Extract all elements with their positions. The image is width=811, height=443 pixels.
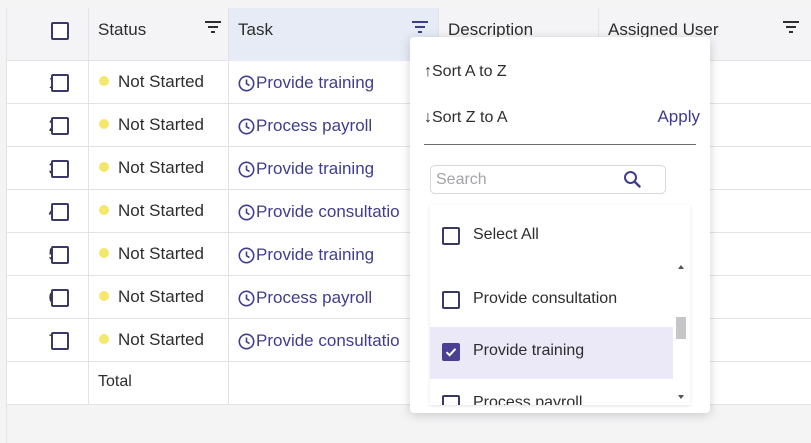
clock-icon (238, 118, 255, 135)
checkmark-icon (445, 348, 457, 357)
status-cell[interactable]: Not Started (89, 319, 229, 362)
status-dot (99, 334, 109, 344)
select-all-label: Select All (473, 226, 539, 243)
filter-item-label: Provide training (473, 342, 585, 359)
status-text: Not Started (118, 244, 204, 263)
clock-icon (238, 247, 255, 264)
status-dot (99, 119, 109, 129)
total-label-cell: Total (89, 362, 229, 405)
status-dot (99, 291, 109, 301)
task-cell[interactable]: Provide training (229, 233, 439, 276)
header-task[interactable]: Task (229, 8, 439, 61)
task-text: Provide consultatio (256, 202, 400, 221)
row-select-cell: 1 (7, 61, 89, 104)
status-text: Not Started (118, 287, 204, 306)
status-text: Not Started (118, 201, 204, 220)
divider (424, 144, 696, 145)
arrow-down-icon: ↓ (424, 109, 432, 126)
status-cell[interactable]: Not Started (89, 233, 229, 276)
task-text: Provide consultatio (256, 331, 400, 350)
status-dot (99, 205, 109, 215)
search-icon[interactable] (623, 170, 641, 188)
row-checkbox[interactable] (51, 117, 69, 135)
filter-icon-active[interactable] (412, 20, 428, 34)
status-cell[interactable]: Not Started (89, 61, 229, 104)
status-cell[interactable]: Not Started (89, 147, 229, 190)
total-spacer-cell (7, 362, 89, 405)
task-cell[interactable]: Process payroll (229, 276, 439, 319)
task-cell[interactable]: Provide training (229, 147, 439, 190)
status-text: Not Started (118, 330, 204, 349)
clock-icon (238, 161, 255, 178)
header-task-label: Task (238, 20, 273, 39)
filter-item-provide-consultation[interactable]: Provide consultation (430, 275, 673, 327)
sort-asc-option[interactable]: ↑Sort A to Z (424, 63, 507, 81)
header-select-cell (7, 8, 89, 61)
sort-desc-option[interactable]: ↓Sort Z to A (424, 109, 508, 127)
row-checkbox[interactable] (51, 203, 69, 221)
task-cell[interactable]: Provide training (229, 61, 439, 104)
row-checkbox[interactable] (51, 74, 69, 92)
row-select-cell: 6 (7, 276, 89, 319)
filter-item-checkbox-checked[interactable] (442, 343, 460, 361)
filter-item-process-payroll[interactable]: Process payroll (430, 379, 673, 405)
task-text: Provide training (256, 73, 375, 92)
total-cell (229, 362, 439, 405)
select-all-rows-checkbox[interactable] (51, 22, 69, 40)
task-text: Process payroll (256, 116, 373, 135)
task-cell[interactable]: Provide consultatio (229, 190, 439, 233)
status-dot (99, 248, 109, 258)
total-label: Total (98, 373, 132, 390)
status-dot (99, 76, 109, 86)
row-select-cell: 2 (7, 104, 89, 147)
row-select-cell: 5 (7, 233, 89, 276)
filter-item-label: Process payroll (473, 394, 583, 405)
status-text: Not Started (118, 115, 204, 134)
clock-icon (238, 75, 255, 92)
apply-button[interactable]: Apply (657, 107, 700, 127)
filter-dropdown: ↑Sort A to Z ↓Sort Z to A Apply Search S… (410, 37, 710, 413)
status-text: Not Started (118, 72, 204, 91)
filter-item-checkbox[interactable] (442, 395, 460, 405)
filter-icon[interactable] (783, 20, 799, 34)
clock-icon (238, 333, 255, 350)
sort-desc-label: Sort Z to A (432, 109, 508, 126)
task-text: Provide training (256, 245, 375, 264)
status-cell[interactable]: Not Started (89, 190, 229, 233)
row-checkbox[interactable] (51, 289, 69, 307)
header-status[interactable]: Status (89, 8, 229, 61)
clock-icon (238, 204, 255, 221)
task-text: Provide training (256, 159, 375, 178)
status-cell[interactable]: Not Started (89, 104, 229, 147)
task-text: Process payroll (256, 288, 373, 307)
row-select-cell: 4 (7, 190, 89, 233)
sort-asc-label: Sort A to Z (432, 63, 507, 80)
scrollbar-thumb[interactable] (676, 317, 686, 339)
status-text: Not Started (118, 158, 204, 177)
row-checkbox[interactable] (51, 332, 69, 350)
status-dot (99, 162, 109, 172)
task-cell[interactable]: Process payroll (229, 104, 439, 147)
select-all-item[interactable]: Select All (430, 211, 673, 263)
select-all-checkbox[interactable] (442, 227, 460, 245)
header-status-label: Status (98, 20, 147, 39)
scroll-down-icon[interactable] (678, 395, 684, 399)
filter-value-list: Select All Provide consultation Provide … (430, 205, 690, 405)
search-input[interactable]: Search (430, 165, 666, 194)
scroll-up-icon[interactable] (678, 265, 684, 269)
arrow-up-icon: ↑ (424, 63, 432, 80)
row-checkbox[interactable] (51, 160, 69, 178)
filter-item-label: Provide consultation (473, 290, 618, 307)
filter-item-checkbox[interactable] (442, 291, 460, 309)
row-select-cell: 7 (7, 319, 89, 362)
search-placeholder: Search (436, 171, 487, 188)
row-checkbox[interactable] (51, 246, 69, 264)
row-select-cell: 3 (7, 147, 89, 190)
filter-item-provide-training[interactable]: Provide training (430, 327, 673, 379)
status-cell[interactable]: Not Started (89, 276, 229, 319)
clock-icon (238, 290, 255, 307)
task-cell[interactable]: Provide consultatio (229, 319, 439, 362)
filter-icon[interactable] (205, 20, 221, 34)
